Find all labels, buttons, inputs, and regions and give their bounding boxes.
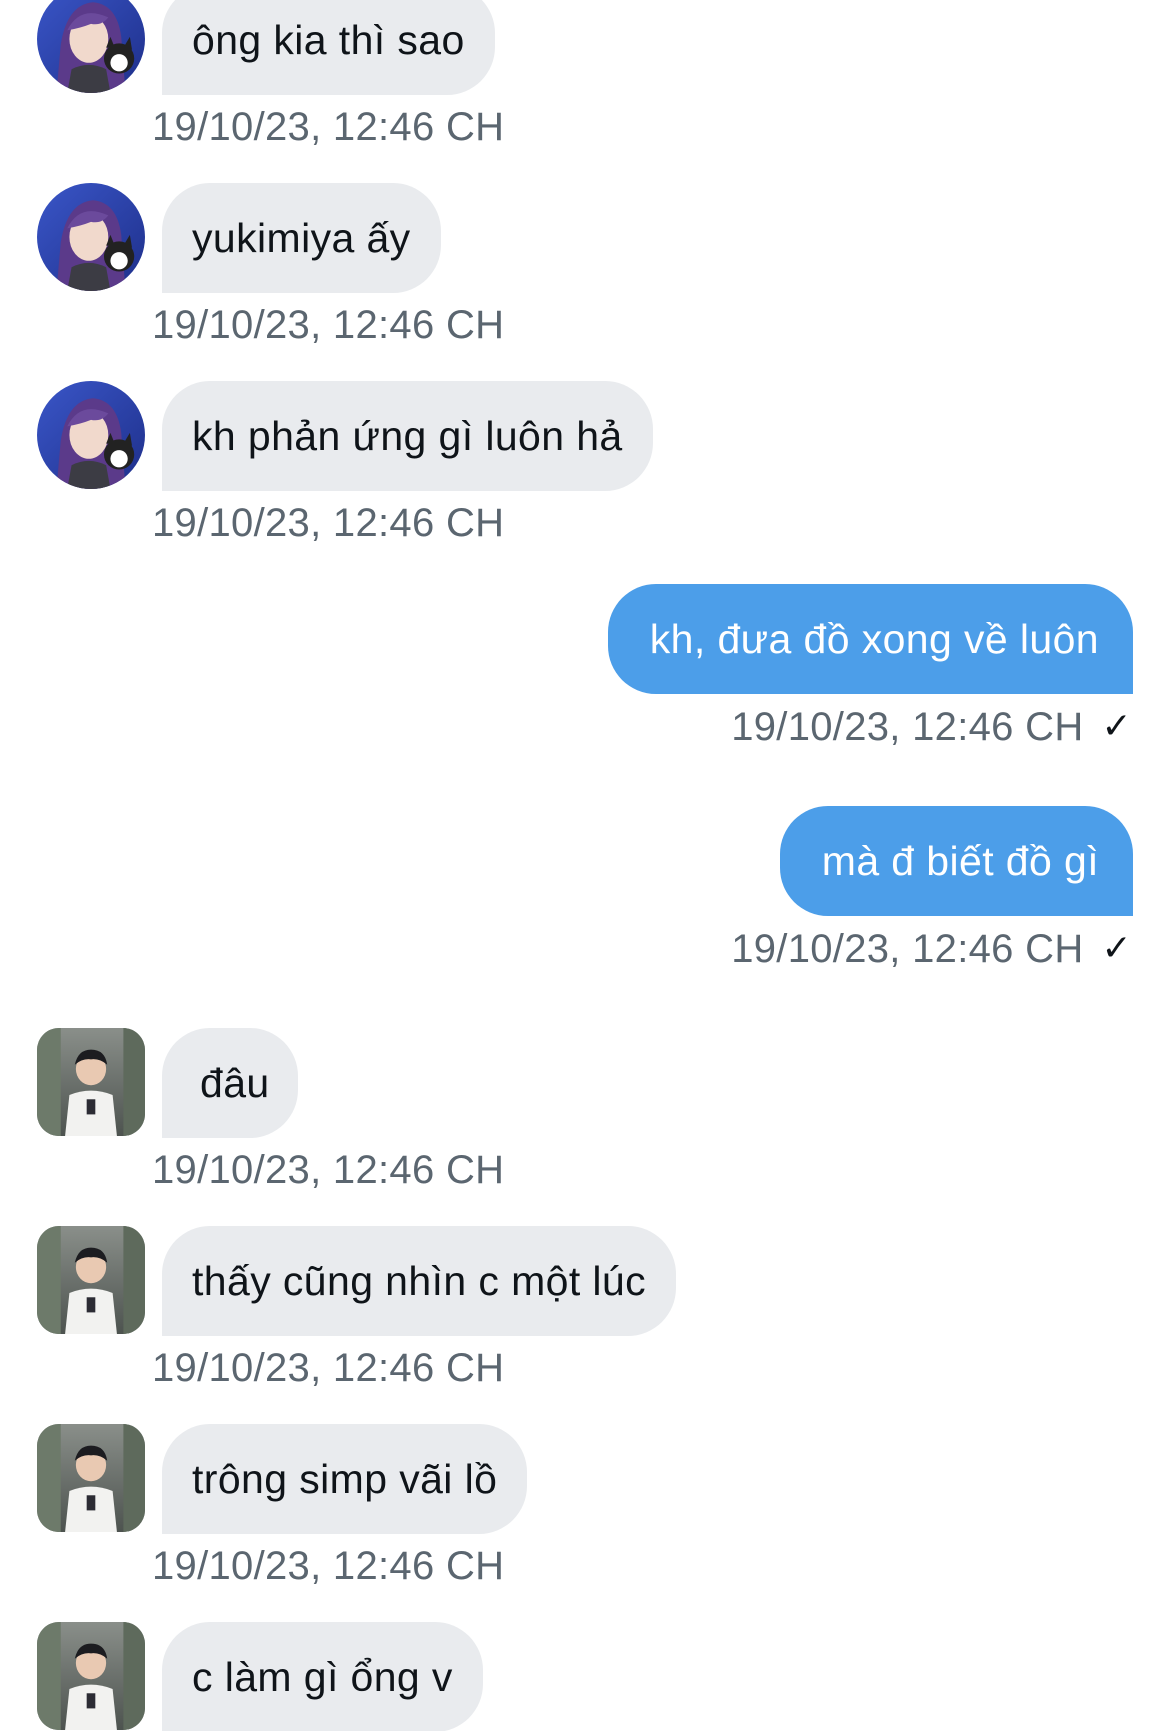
incoming-message-bubble[interactable]: thấy cũng nhìn c một lúc — [162, 1226, 677, 1336]
message-timestamp: 19/10/23, 12:46 CH — [731, 927, 1084, 971]
contact-avatar[interactable] — [37, 1622, 145, 1730]
incoming-message-bubble[interactable]: c làm gì ổng v — [162, 1622, 483, 1731]
incoming-message-bubble[interactable]: đâu — [162, 1028, 298, 1138]
incoming-message-bubble[interactable]: kh phản ứng gì luôn hả — [162, 381, 653, 491]
contact-avatar[interactable] — [37, 183, 145, 291]
contact-avatar[interactable] — [37, 1424, 145, 1532]
anime-avatar-icon — [37, 0, 145, 93]
photo-avatar-icon — [37, 1028, 145, 1136]
message-timestamp: 19/10/23, 12:46 CH — [152, 105, 505, 149]
checkmark-icon: ✓ — [1101, 705, 1132, 746]
outgoing-message-bubble[interactable]: kh, đưa đồ xong về luôn — [607, 584, 1133, 694]
outgoing-message-bubble[interactable]: mà đ biết đồ gì — [779, 806, 1133, 916]
message-timestamp: 19/10/23, 12:46 CH — [152, 1544, 505, 1588]
message-timestamp: 19/10/23, 12:46 CH — [152, 1148, 505, 1192]
contact-avatar[interactable] — [37, 1028, 145, 1136]
checkmark-icon: ✓ — [1101, 927, 1132, 968]
incoming-message-bubble[interactable]: yukimiya ấy — [162, 183, 441, 293]
incoming-message-bubble[interactable]: trông simp vãi lồ — [162, 1424, 528, 1534]
photo-avatar-icon — [37, 1226, 145, 1334]
contact-avatar[interactable] — [37, 1226, 145, 1334]
message-timestamp-row: 19/10/23, 12:46 CH ✓ — [731, 700, 1132, 753]
message-timestamp-row: 19/10/23, 12:46 CH ✓ — [731, 922, 1132, 975]
message-timestamp: 19/10/23, 12:46 CH — [152, 1346, 505, 1390]
contact-avatar[interactable] — [37, 0, 145, 93]
anime-avatar-icon — [37, 183, 145, 291]
photo-avatar-icon — [37, 1622, 145, 1730]
incoming-message-bubble[interactable]: ông kia thì sao — [162, 0, 495, 95]
photo-avatar-icon — [37, 1424, 145, 1532]
message-timestamp: 19/10/23, 12:46 CH — [152, 303, 505, 347]
anime-avatar-icon — [37, 381, 145, 489]
contact-avatar[interactable] — [37, 381, 145, 489]
message-timestamp: 19/10/23, 12:46 CH — [152, 501, 505, 545]
chat-thread: ông kia thì sao 19/10/23, 12:46 CH yukim… — [0, 0, 1170, 1731]
message-timestamp: 19/10/23, 12:46 CH — [731, 705, 1084, 749]
